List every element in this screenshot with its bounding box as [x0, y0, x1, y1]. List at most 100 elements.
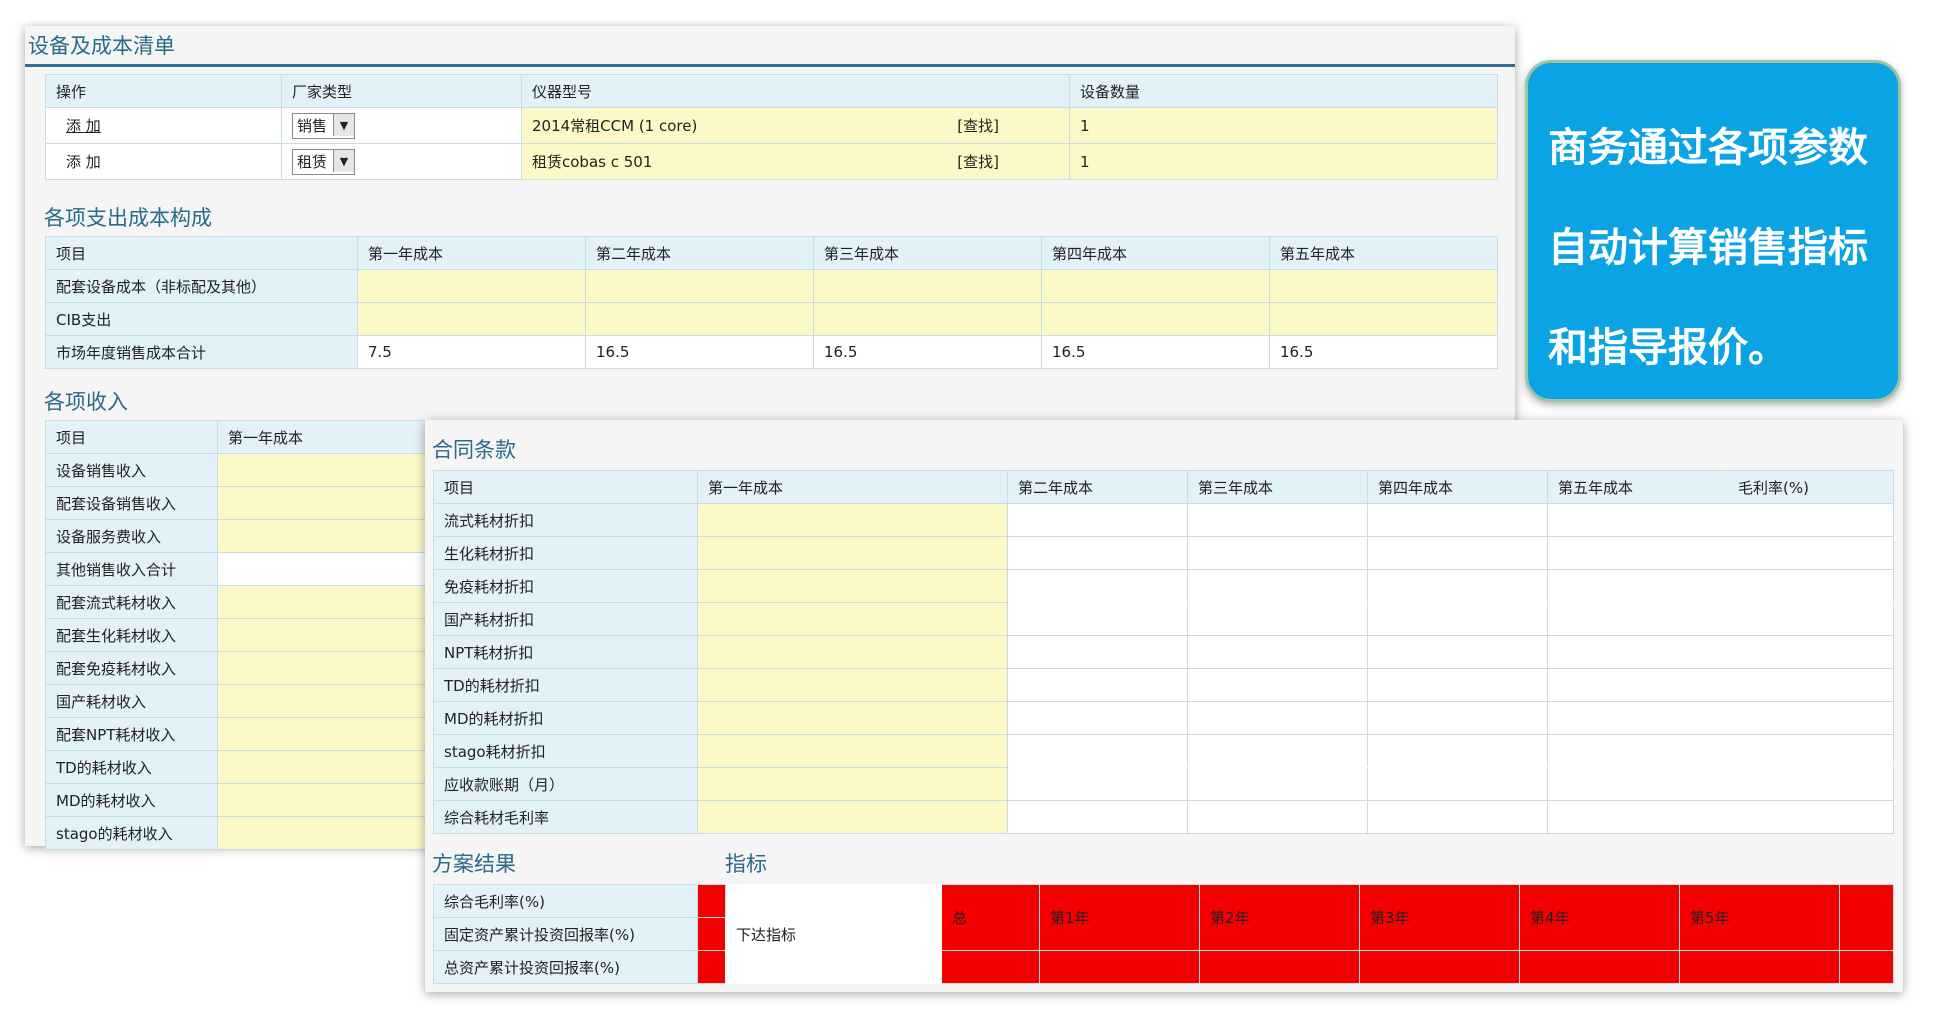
income-input[interactable] [217, 717, 426, 751]
add-link[interactable]: 添 加 [66, 117, 101, 135]
cost-input[interactable] [1041, 302, 1270, 336]
income-input[interactable] [217, 816, 426, 850]
indicator-header-cell: 总 [941, 884, 1040, 951]
income-value [217, 552, 426, 586]
income-input[interactable] [217, 453, 426, 487]
cost-input[interactable] [357, 269, 586, 303]
contract-terms-panel: 合同条款 项目 第一年成本 第二年成本 第三年成本 第四年成本 第五年成本 毛利… [425, 420, 1903, 992]
discount-input[interactable] [697, 734, 1008, 768]
costs-row-label: 配套设备成本（非标配及其他） [45, 269, 358, 303]
equipment-row: 添 加 销售 ▼ 2014常租CCM (1 core) [查找] 1 [45, 107, 1498, 144]
income-row-label: 配套设备销售收入 [45, 486, 218, 520]
contract-row-label: NPT耗材折扣 [433, 635, 698, 669]
cost-value: 16.5 [585, 335, 814, 369]
indicator-header-cell: 第4年 [1519, 884, 1680, 951]
add-cell: 添 加 [45, 143, 282, 180]
income-row: 配套生化耗材收入 [45, 618, 426, 652]
discount-input[interactable] [697, 668, 1008, 702]
contract-row: stago耗材折扣 [433, 734, 1894, 768]
cost-input[interactable] [813, 302, 1042, 336]
income-row-label: 配套免疫耗材收入 [45, 651, 218, 685]
contract-header-cell: 毛利率(%) [1727, 470, 1894, 504]
add-cell: 添 加 [45, 107, 282, 144]
income-row: TD的耗材收入 [45, 750, 426, 784]
contract-header-cell: 第五年成本 [1547, 470, 1728, 504]
costs-table: 项目 第一年成本 第二年成本 第三年成本 第四年成本 第五年成本 配套设备成本（… [45, 236, 1498, 369]
contract-row-label: 综合耗材毛利率 [433, 800, 698, 834]
vendor-type-select[interactable]: 销售 ▼ [292, 112, 356, 139]
costs-header-row: 项目 第一年成本 第二年成本 第三年成本 第四年成本 第五年成本 [45, 236, 1498, 270]
chevron-down-icon[interactable]: ▼ [333, 149, 355, 172]
income-row: 设备服务费收入 [45, 519, 426, 553]
quantity-cell[interactable]: 1 [1069, 107, 1498, 144]
model-name: 2014常租CCM (1 core) [532, 117, 698, 135]
discount-input[interactable] [697, 536, 1008, 570]
contract-table: 项目 第一年成本 第二年成本 第三年成本 第四年成本 第五年成本 毛利率(%) … [433, 470, 1894, 834]
chevron-down-icon[interactable]: ▼ [333, 113, 355, 136]
discount-input[interactable] [697, 635, 1008, 669]
type-cell: 租赁 ▼ [281, 143, 522, 180]
equipment-section-title: 设备及成本清单 [28, 34, 175, 58]
callout-line: 和指导报价。 [1548, 325, 1788, 371]
add-link[interactable]: 添 加 [66, 153, 101, 171]
results-row: 综合毛利率(%) 下达指标 总 第1年 第2年 第3年 第4年 第5年 [433, 884, 1894, 984]
costs-header-cell: 第一年成本 [357, 236, 586, 270]
cost-value: 16.5 [1269, 335, 1498, 369]
indicator-header-cell: 第2年 [1199, 884, 1360, 951]
costs-header-cell: 第三年成本 [813, 236, 1042, 270]
income-table: 项目 第一年成本 设备销售收入 配套设备销售收入 设备服务费收入 其他销售收入合… [45, 420, 426, 850]
cost-input[interactable] [357, 302, 586, 336]
income-input[interactable] [217, 750, 426, 784]
type-cell: 销售 ▼ [281, 107, 522, 144]
find-link[interactable]: [查找] [957, 115, 999, 136]
costs-row-label: 市场年度销售成本合计 [45, 335, 358, 369]
income-row-label: TD的耗材收入 [45, 750, 218, 784]
payment-term-input[interactable] [697, 767, 1008, 801]
results-row-label: 固定资产累计投资回报率(%) [433, 917, 698, 951]
income-input[interactable] [217, 684, 426, 718]
costs-header-cell: 第五年成本 [1269, 236, 1498, 270]
vendor-type-select[interactable]: 租赁 ▼ [292, 148, 356, 175]
cost-input[interactable] [813, 269, 1042, 303]
quantity-cell[interactable]: 1 [1069, 143, 1498, 180]
contract-row: NPT耗材折扣 [433, 635, 1894, 669]
costs-header-cell: 项目 [45, 236, 358, 270]
income-input[interactable] [217, 783, 426, 817]
income-header-cell: 第一年成本 [217, 420, 426, 454]
contract-row-label: 应收款账期（月） [433, 767, 698, 801]
discount-input[interactable] [697, 701, 1008, 735]
cost-input[interactable] [1041, 269, 1270, 303]
contract-row: 免疫耗材折扣 [433, 569, 1894, 603]
discount-input[interactable] [697, 602, 1008, 636]
contract-section-title: 合同条款 [432, 438, 516, 462]
cost-input[interactable] [1269, 302, 1498, 336]
income-input[interactable] [217, 651, 426, 685]
costs-header-cell: 第二年成本 [585, 236, 814, 270]
contract-row: 流式耗材折扣 [433, 503, 1894, 537]
income-input[interactable] [217, 519, 426, 553]
contract-header-cell: 第二年成本 [1007, 470, 1188, 504]
income-row-label: 其他销售收入合计 [45, 552, 218, 586]
equipment-header-cell: 厂家类型 [281, 74, 522, 108]
income-input[interactable] [217, 486, 426, 520]
result-value [697, 950, 726, 984]
income-input[interactable] [217, 618, 426, 652]
cost-input[interactable] [1269, 269, 1498, 303]
find-link[interactable]: [查找] [957, 151, 999, 172]
cost-input[interactable] [585, 302, 814, 336]
cost-input[interactable] [585, 269, 814, 303]
indicator-value [1039, 950, 1200, 984]
contract-header-row: 项目 第一年成本 第二年成本 第三年成本 第四年成本 第五年成本 毛利率(%) [433, 470, 1894, 504]
discount-input[interactable] [697, 569, 1008, 603]
contract-header-cell: 第三年成本 [1187, 470, 1368, 504]
result-value [697, 884, 726, 918]
discount-input[interactable] [697, 503, 1008, 537]
contract-row-label: 生化耗材折扣 [433, 536, 698, 570]
income-input[interactable] [217, 585, 426, 619]
vendor-type-value: 销售 [297, 116, 328, 135]
margin-input[interactable] [697, 800, 1008, 834]
income-row: 国产耗材收入 [45, 684, 426, 718]
income-row-label: 配套流式耗材收入 [45, 585, 218, 619]
costs-row: CIB支出 [45, 302, 1498, 336]
model-cell: 2014常租CCM (1 core) [查找] [521, 107, 1070, 144]
